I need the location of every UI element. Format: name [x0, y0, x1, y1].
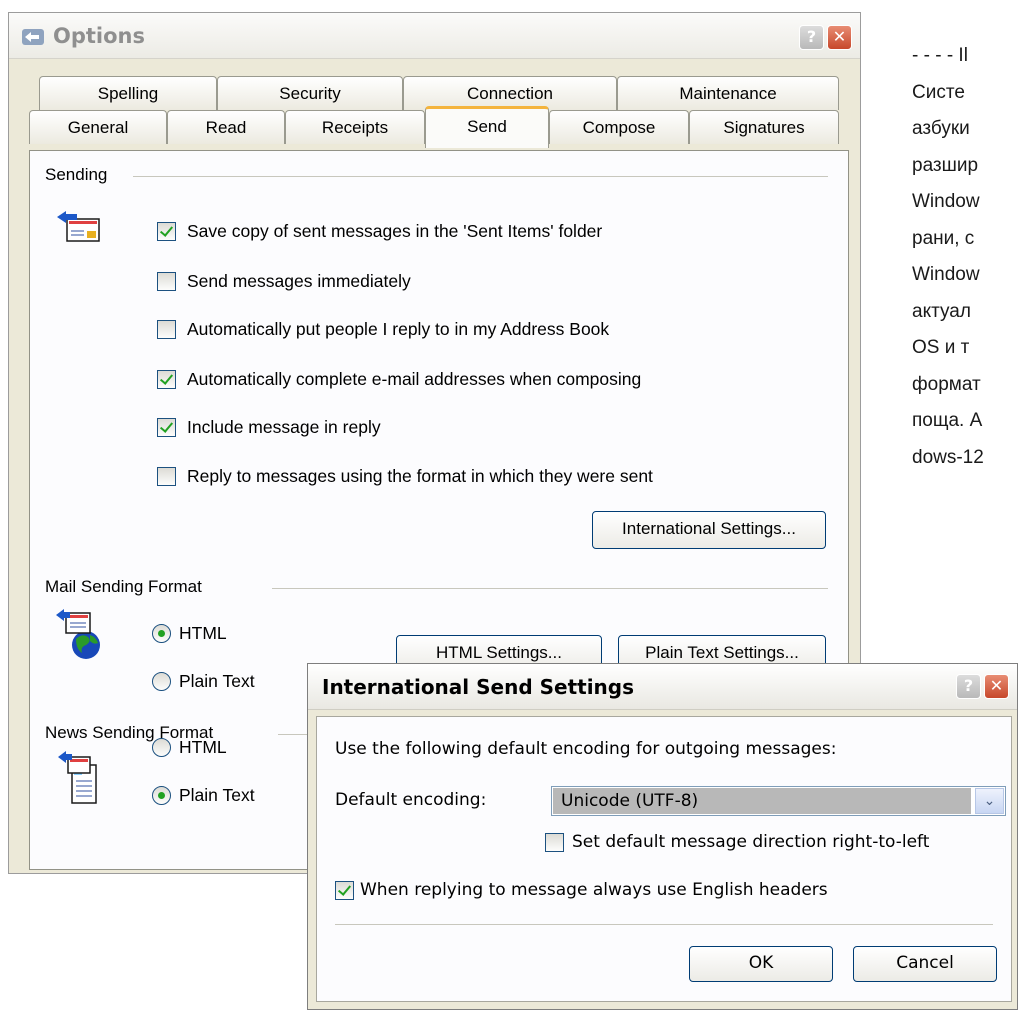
- sending-section-label: Sending: [45, 165, 108, 184]
- mail-format-plain-option[interactable]: Plain Text: [152, 669, 255, 693]
- option-label: Set default message direction right-to-l…: [572, 832, 930, 852]
- include-message-checkbox[interactable]: [157, 417, 176, 437]
- bg-line: Систе: [912, 81, 965, 103]
- bg-line: азбуки: [912, 118, 970, 139]
- reply-same-format-option[interactable]: Reply to messages using the format in wh…: [157, 464, 653, 488]
- news-plain-radio[interactable]: [152, 785, 171, 805]
- options-titlebar[interactable]: Options ? ✕: [9, 13, 860, 59]
- help-button[interactable]: ?: [799, 25, 824, 50]
- tab-receipts[interactable]: Receipts: [285, 110, 425, 144]
- rtl-direction-checkbox[interactable]: [545, 832, 564, 852]
- tab-send[interactable]: Send: [425, 106, 549, 148]
- send-immediately-checkbox[interactable]: [157, 271, 176, 291]
- bg-line: Window: [912, 191, 980, 212]
- option-label: HTML: [179, 736, 227, 757]
- mail-format-section-label: Mail Sending Format: [45, 577, 202, 596]
- news-format-html-option[interactable]: HTML: [152, 735, 227, 759]
- dialog-titlebar[interactable]: International Send Settings ? ✕: [308, 664, 1017, 710]
- autocomplete-addresses-checkbox[interactable]: [157, 369, 176, 389]
- tab-security[interactable]: Security: [217, 76, 403, 110]
- bg-line: dows-12: [912, 446, 984, 468]
- window-title: Options: [53, 24, 145, 48]
- divider: [335, 924, 993, 925]
- add-to-address-book-option[interactable]: Automatically put people I reply to in m…: [157, 317, 609, 341]
- tab-spelling[interactable]: Spelling: [39, 76, 217, 110]
- bg-line: разшир: [912, 154, 979, 176]
- tab-maintenance[interactable]: Maintenance: [617, 76, 839, 110]
- background-article-text: - - - - Il Систе азбуки разшир Window ра…: [912, 38, 1018, 476]
- tab-signatures[interactable]: Signatures: [689, 110, 839, 144]
- news-html-radio[interactable]: [152, 737, 171, 757]
- close-button[interactable]: ✕: [984, 674, 1009, 699]
- bg-line: актуал: [912, 300, 971, 322]
- bg-line: Window: [912, 264, 980, 285]
- dialog-title: International Send Settings: [322, 675, 635, 699]
- option-label: Save copy of sent messages in the 'Sent …: [187, 220, 603, 241]
- bg-line: - - - - Il: [912, 45, 968, 66]
- default-encoding-select[interactable]: Unicode (UTF-8) ⌄: [551, 786, 1006, 816]
- news-format-document-icon: [58, 751, 97, 804]
- send-immediately-option[interactable]: Send messages immediately: [157, 269, 411, 293]
- chevron-down-icon[interactable]: ⌄: [975, 788, 1004, 814]
- international-send-settings-dialog: International Send Settings ? ✕ Use the …: [307, 663, 1018, 1010]
- option-label: HTML: [179, 622, 227, 643]
- encoding-intro-text: Use the following default encoding for o…: [335, 739, 837, 759]
- tab-connection[interactable]: Connection: [403, 76, 617, 110]
- mail-plain-radio[interactable]: [152, 671, 171, 691]
- option-label: Reply to messages using the format in wh…: [187, 465, 653, 486]
- dialog-body: Use the following default encoding for o…: [316, 716, 1012, 1002]
- mail-format-globe-icon: [56, 609, 100, 659]
- bg-line: рани, с: [912, 227, 975, 249]
- english-headers-checkbox[interactable]: [335, 880, 354, 900]
- tab-read[interactable]: Read: [167, 110, 285, 144]
- close-button[interactable]: ✕: [827, 25, 852, 50]
- option-label: Automatically put people I reply to in m…: [187, 318, 610, 339]
- bg-line: формат: [912, 373, 981, 395]
- selected-encoding: Unicode (UTF-8): [553, 788, 971, 814]
- bg-line: поща. А: [912, 410, 983, 431]
- autocomplete-addresses-option[interactable]: Automatically complete e-mail addresses …: [157, 367, 641, 391]
- help-button[interactable]: ?: [956, 674, 981, 699]
- default-encoding-label: Default encoding:: [335, 790, 487, 810]
- rtl-direction-option[interactable]: Set default message direction right-to-l…: [545, 830, 929, 854]
- tab-compose[interactable]: Compose: [549, 110, 689, 144]
- include-message-option[interactable]: Include message in reply: [157, 415, 381, 439]
- tab-general[interactable]: General: [29, 110, 167, 144]
- save-copy-checkbox[interactable]: [157, 221, 176, 241]
- send-envelope-icon: [57, 211, 100, 242]
- outlook-express-icon: [22, 29, 44, 45]
- bg-line: OS и т: [912, 337, 970, 358]
- option-label: Include message in reply: [187, 416, 381, 437]
- ok-button[interactable]: OK: [689, 946, 833, 982]
- divider: [272, 588, 828, 589]
- option-label: Plain Text: [179, 670, 255, 691]
- add-to-address-book-checkbox[interactable]: [157, 319, 176, 339]
- save-copy-option[interactable]: Save copy of sent messages in the 'Sent …: [157, 219, 602, 243]
- option-label: Automatically complete e-mail addresses …: [187, 368, 642, 389]
- international-settings-button[interactable]: International Settings...: [592, 511, 826, 549]
- mail-format-html-option[interactable]: HTML: [152, 621, 227, 645]
- option-label: When replying to message always use Engl…: [360, 880, 828, 900]
- cancel-button[interactable]: Cancel: [853, 946, 997, 982]
- english-headers-option[interactable]: When replying to message always use Engl…: [335, 878, 828, 902]
- option-label: Send messages immediately: [187, 270, 411, 291]
- divider: [133, 176, 828, 177]
- option-label: Plain Text: [179, 784, 255, 805]
- reply-same-format-checkbox[interactable]: [157, 466, 176, 486]
- news-format-plain-option[interactable]: Plain Text: [152, 783, 255, 807]
- mail-html-radio[interactable]: [152, 623, 171, 643]
